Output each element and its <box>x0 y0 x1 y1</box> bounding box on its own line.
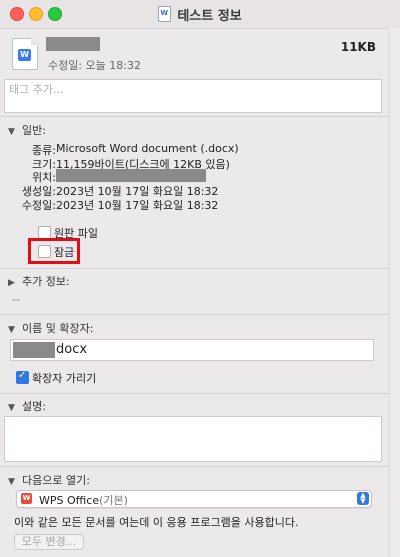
word-document-icon: W <box>12 38 38 70</box>
redacted-location <box>56 169 206 182</box>
divider <box>0 268 400 269</box>
redacted-base-name <box>13 342 55 358</box>
file-extension: docx <box>56 342 88 357</box>
chevron-down-icon: ▼ <box>8 477 15 487</box>
hide-extension-label: 확장자 가리기 <box>32 372 97 385</box>
window-title: 테스트 정보 <box>177 9 242 24</box>
app-default-text: (기본) <box>99 494 128 507</box>
file-size: 11KB <box>340 40 376 54</box>
select-stepper-icon: ▲ ▼ <box>357 492 369 505</box>
title-bar: 테스트 정보 <box>0 0 400 29</box>
tags-field[interactable] <box>4 79 382 113</box>
chevron-right-icon: ▶ <box>8 278 15 288</box>
divider <box>0 466 400 467</box>
more-info-value: -- <box>12 293 20 306</box>
divider <box>0 314 400 315</box>
row-value: Microsoft Word document (.docx) <box>56 142 239 155</box>
selected-app-name: WPS Office(기본) <box>39 492 128 508</box>
document-proxy-icon[interactable] <box>158 6 172 22</box>
chevron-down-icon: ▼ <box>8 127 15 137</box>
chevron-down-icon: ▼ <box>8 403 15 413</box>
name-extension-field[interactable]: docx <box>10 339 374 361</box>
modified-summary: 수정일: 오늘 18:32 <box>48 59 141 72</box>
get-info-window: 테스트 정보 W 11KB 수정일: 오늘 18:32 ▼일반: 종류: Mic… <box>0 0 400 557</box>
window-title-wrap: 테스트 정보 <box>0 5 400 24</box>
section-open-with-toggle[interactable]: ▼ 다음으로 열기: <box>8 472 90 488</box>
redacted-file-name <box>46 37 100 51</box>
section-comments-heading: 설명: <box>22 400 46 413</box>
section-name-ext-heading: 이름 및 확장자: <box>22 322 94 335</box>
open-with-note: 이와 같은 모든 문서를 여는데 이 응용 프로그램을 사용합니다. <box>14 516 299 529</box>
locked-highlight-box <box>28 238 80 264</box>
tags-input[interactable] <box>5 80 373 99</box>
section-open-with-heading: 다음으로 열기: <box>22 474 90 487</box>
app-name-text: WPS Office <box>39 494 100 507</box>
section-more-info-toggle[interactable]: ▶ 추가 정보: <box>8 273 70 289</box>
row-value: 2023년 10월 17일 화요일 18:32 <box>56 199 219 212</box>
section-comments-toggle[interactable]: ▼ 설명: <box>8 398 46 414</box>
word-badge-icon: W <box>18 49 31 61</box>
row-label: 수정일: <box>21 199 56 212</box>
section-name-ext-toggle[interactable]: ▼ 이름 및 확장자: <box>8 320 93 336</box>
hide-extension-checkbox[interactable] <box>16 370 29 384</box>
divider <box>0 116 400 117</box>
comments-textarea[interactable] <box>4 416 382 462</box>
section-general-toggle[interactable]: ▼ 일반: <box>8 122 46 138</box>
scrollbar-track[interactable] <box>389 28 400 557</box>
wps-office-icon: W <box>21 493 32 504</box>
chevron-down-icon: ▼ <box>8 325 15 335</box>
change-all-button[interactable]: 모두 변경... <box>14 534 84 550</box>
divider <box>0 393 400 394</box>
page-fold-icon <box>31 38 38 45</box>
section-general-heading: 일반: <box>22 124 46 137</box>
open-with-app-select[interactable]: W WPS Office(기본) ▲ ▼ <box>16 490 372 508</box>
section-more-info-heading: 추가 정보: <box>22 275 70 288</box>
